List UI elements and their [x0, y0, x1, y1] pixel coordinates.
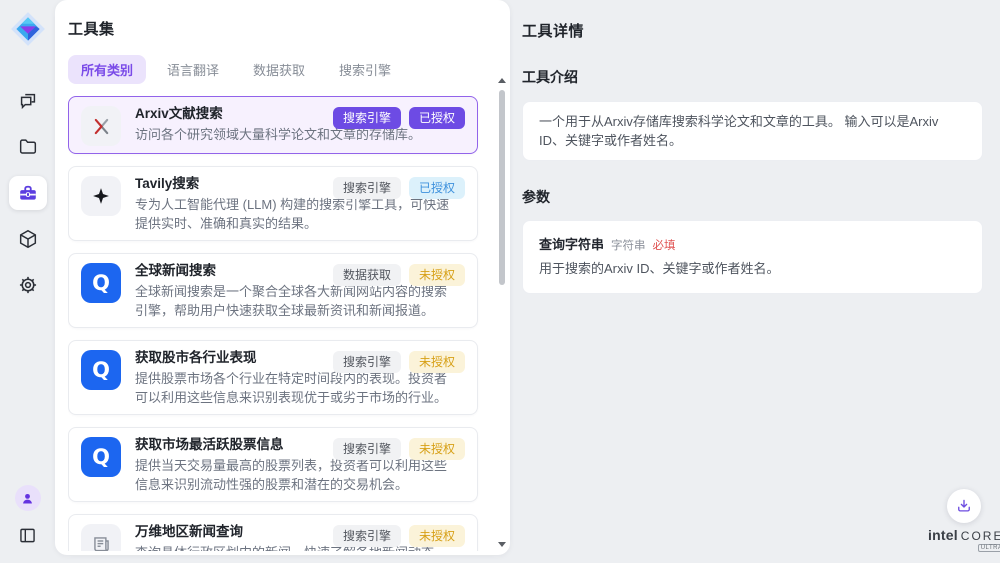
parameter-card: 查询字符串 字符串 必填 用于搜索的Arxiv ID、关键字或作者姓名。 [522, 220, 983, 294]
sidebar-item-models[interactable] [9, 222, 47, 256]
tool-icon [81, 106, 121, 146]
category-tab[interactable]: 所有类别 [68, 55, 146, 84]
sidebar-item-settings[interactable] [9, 268, 47, 302]
tool-badges: 搜索引擎 已授权 [333, 107, 465, 129]
category-tab[interactable]: 搜索引擎 [326, 55, 404, 84]
gear-icon [17, 274, 39, 296]
tool-description: 全球新闻搜索是一个聚合全球各大新闻网站内容的搜索引擎，帮助用户快速获取全球最新资… [135, 282, 453, 320]
tool-icon [81, 524, 121, 551]
scroll-up-arrow[interactable] [498, 78, 506, 83]
tool-description: 提供股票市场各个行业在特定时间段内的表现。投资者可以利用这些信息来识别表现优于或… [135, 369, 453, 407]
tool-card[interactable]: Q 获取股市各行业表现 提供股票市场各个行业在特定时间段内的表现。投资者可以利用… [68, 340, 478, 415]
tool-card[interactable]: Q 全球新闻搜索 全球新闻搜索是一个聚合全球各大新闻网站内容的搜索引擎，帮助用户… [68, 253, 478, 328]
sparkle-icon [91, 186, 111, 206]
download-icon [955, 497, 973, 515]
download-button[interactable] [947, 489, 981, 523]
category-tab[interactable]: 语言翻译 [154, 55, 232, 84]
arxiv-logo-icon [91, 116, 112, 137]
details-title: 工具详情 [522, 20, 984, 41]
tool-icon: Q [81, 437, 121, 477]
tab-label: 搜索引擎 [339, 63, 391, 78]
tool-category-badge: 搜索引擎 [333, 107, 401, 129]
parameter-description: 用于搜索的Arxiv ID、关键字或作者姓名。 [539, 260, 966, 278]
tools-panel-title: 工具集 [68, 18, 510, 39]
intel-core-logo: intel core ultra [928, 527, 1000, 543]
intel-wordmark: intel [928, 527, 958, 543]
news-q-icon: Q [92, 358, 110, 382]
scrollbar-thumb[interactable] [499, 90, 505, 285]
news-q-icon: Q [92, 271, 110, 295]
newspaper-icon [91, 534, 112, 552]
tool-category-badge: 搜索引擎 [333, 177, 401, 199]
chat-icon [17, 90, 39, 112]
tool-badges: 数据获取 未授权 [333, 264, 465, 286]
parameter-required-flag: 必填 [653, 237, 676, 253]
category-tab[interactable]: 数据获取 [240, 55, 318, 84]
tools-panel: 工具集 所有类别 语言翻译 数据获取 搜索引擎 Arxiv文献搜索 访问各个研究… [55, 0, 510, 555]
parameter-type: 字符串 [611, 237, 646, 253]
tool-description: 专为人工智能代理 (LLM) 构建的搜索引擎工具，可快速提供实时、准确和真实的结… [135, 195, 453, 233]
intro-text-box: 一个用于从Arxiv存储库搜索科学论文和文章的工具。 输入可以是Arxiv ID… [522, 101, 983, 161]
tool-description: 提供当天交易量最高的股票列表，投资者可以利用这些信息来识别流动性强的股票和潜在的… [135, 456, 453, 494]
core-wordmark: core ultra [961, 529, 1000, 543]
category-tabs: 所有类别 语言翻译 数据获取 搜索引擎 [68, 55, 510, 84]
tool-category-badge: 数据获取 [333, 264, 401, 286]
sidebar-item-tools[interactable] [9, 176, 47, 210]
tool-list-scrollbar [497, 78, 507, 547]
parameter-name: 查询字符串 [539, 234, 604, 253]
news-q-icon: Q [92, 445, 110, 469]
tool-badges: 搜索引擎 未授权 [333, 438, 465, 460]
tool-auth-badge: 已授权 [409, 177, 465, 199]
tool-auth-badge: 未授权 [409, 438, 465, 460]
tool-auth-badge: 未授权 [409, 525, 465, 547]
tool-auth-badge: 已授权 [409, 107, 465, 129]
cube-icon [17, 228, 39, 250]
tool-card[interactable]: Tavily搜索 专为人工智能代理 (LLM) 构建的搜索引擎工具，可快速提供实… [68, 166, 478, 241]
tool-category-badge: 搜索引擎 [333, 525, 401, 547]
toolbox-icon [17, 182, 39, 204]
sidebar-item-files[interactable] [9, 130, 47, 164]
tool-list: Arxiv文献搜索 访问各个研究领域大量科学论文和文章的存储库。 搜索引擎 已授… [68, 96, 480, 551]
user-avatar[interactable] [15, 485, 41, 511]
tool-category-badge: 搜索引擎 [333, 438, 401, 460]
tool-badges: 搜索引擎 已授权 [333, 177, 465, 199]
tool-card[interactable]: Q 获取市场最活跃股票信息 提供当天交易量最高的股票列表，投资者可以利用这些信息… [68, 427, 478, 502]
panel-layout-icon [17, 525, 38, 546]
tool-card[interactable]: 万维地区新闻查询 查询具体行政区划内的新闻，快速了解各地新闻动态。 搜索引擎 未… [68, 514, 478, 551]
tool-icon: Q [81, 263, 121, 303]
left-rail [0, 0, 55, 563]
tool-card[interactable]: Arxiv文献搜索 访问各个研究领域大量科学论文和文章的存储库。 搜索引擎 已授… [68, 96, 478, 154]
tab-label: 数据获取 [253, 63, 305, 78]
sidebar-item-chat[interactable] [9, 84, 47, 118]
tab-label: 语言翻译 [167, 63, 219, 78]
tool-badges: 搜索引擎 未授权 [333, 351, 465, 373]
tool-icon [81, 176, 121, 216]
app-window: 工具集 所有类别 语言翻译 数据获取 搜索引擎 Arxiv文献搜索 访问各个研究… [0, 0, 1000, 563]
intro-heading: 工具介绍 [522, 67, 984, 87]
folder-icon [17, 136, 39, 158]
tool-auth-badge: 未授权 [409, 264, 465, 286]
params-heading: 参数 [522, 187, 984, 207]
user-icon [19, 490, 36, 507]
tool-category-badge: 搜索引擎 [333, 351, 401, 373]
tool-details-panel: 工具详情 工具介绍 一个用于从Arxiv存储库搜索科学论文和文章的工具。 输入可… [510, 0, 1000, 563]
collapse-panel-button[interactable] [9, 521, 47, 549]
ultra-badge: ultra [978, 544, 1000, 552]
tab-label: 所有类别 [81, 63, 133, 78]
tool-badges: 搜索引擎 未授权 [333, 525, 465, 547]
tool-auth-badge: 未授权 [409, 351, 465, 373]
scroll-down-arrow[interactable] [498, 542, 506, 547]
app-logo-icon [9, 10, 47, 48]
tool-icon: Q [81, 350, 121, 390]
